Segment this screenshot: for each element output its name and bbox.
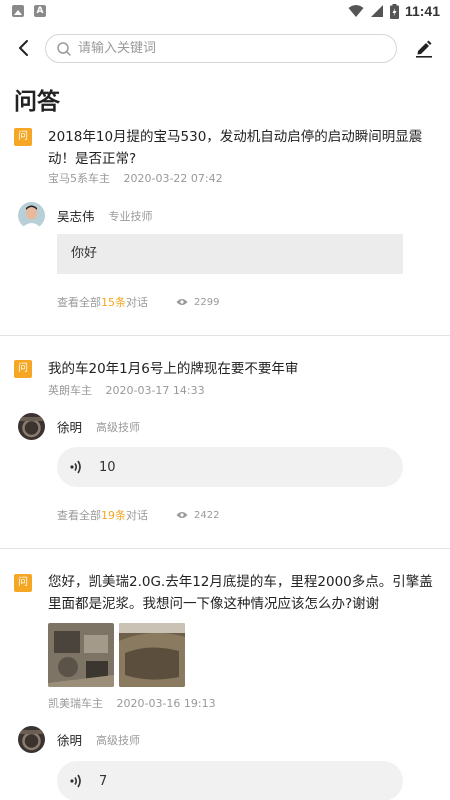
status-time: 11:41 (404, 3, 440, 19)
photo-icon (12, 5, 24, 17)
qa-item[interactable]: 问 2018年10月提的宝马530，发动机自动启停的启动瞬间明显震动！是否正常?… (0, 122, 450, 336)
question-time: 2020-03-17 14:33 (105, 384, 205, 397)
search-box[interactable] (45, 34, 397, 63)
question-meta: 英朗车主 2020-03-17 14:33 (48, 382, 205, 398)
view-count-value: 2299 (194, 296, 220, 308)
ask-question-button[interactable] (412, 36, 436, 60)
answerer-title: 专业技师 (108, 209, 153, 223)
eye-icon (176, 299, 188, 305)
question-image[interactable] (119, 623, 185, 687)
status-right-icons: 11:41 (348, 3, 440, 19)
question-time: 2020-03-16 19:13 (116, 697, 216, 710)
question-badge: 问 (14, 360, 32, 378)
qa-footer: 查看全部15条对话 2299 (57, 294, 437, 310)
view-count-value: 2422 (194, 509, 220, 521)
qa-item[interactable]: 问 我的车20年1月6号上的牌现在要不要年审 英朗车主 2020-03-17 1… (0, 336, 450, 549)
view-count: 2422 (176, 510, 219, 521)
question-text[interactable]: 您好，凯美瑞2.0G.去年12月底提的车，里程2000多点。引擎盖里面都是泥浆。… (48, 571, 438, 615)
eye-icon (176, 512, 188, 518)
view-all-prefix: 查看全部 (57, 296, 101, 309)
view-all-dialog-link[interactable]: 查看全部15条对话 (57, 294, 148, 310)
view-all-dialog-link[interactable]: 查看全部19条对话 (57, 507, 148, 523)
a-icon: A (34, 5, 46, 17)
avatar[interactable] (18, 726, 45, 753)
wifi-icon (348, 5, 364, 17)
signal-icon (370, 5, 383, 17)
question-meta: 宝马5系车主 2020-03-22 07:42 (48, 170, 223, 186)
engine-bay-photo (48, 623, 114, 687)
qa-item[interactable]: 问 您好，凯美瑞2.0G.去年12月底提的车，里程2000多点。引擎盖里面都是泥… (0, 549, 450, 800)
voice-wave-icon (70, 460, 81, 474)
avatar[interactable] (18, 413, 45, 440)
answerer-name: 徐明 (57, 420, 83, 435)
avatar-car-interior-icon (18, 726, 45, 753)
voice-duration: 10 (99, 459, 116, 475)
mud-cover-photo (119, 623, 185, 687)
edit-icon (416, 40, 432, 58)
view-all-prefix: 查看全部 (57, 509, 101, 522)
qa-footer: 查看全部19条对话 2422 (57, 507, 437, 523)
question-author: 英朗车主 (48, 384, 92, 397)
answerer-name: 徐明 (57, 733, 83, 748)
avatar-car-interior-icon (18, 413, 45, 440)
status-left-icons: A (12, 5, 46, 17)
page-title: 问答 (14, 89, 60, 115)
voice-duration: 7 (99, 773, 108, 789)
dialog-count: 19条 (101, 509, 126, 522)
avatar[interactable] (18, 202, 45, 229)
status-bar: A 11:41 (0, 0, 450, 24)
answerer[interactable]: 徐明 高级技师 (18, 726, 140, 753)
search-icon (57, 41, 71, 56)
answerer-name: 吴志伟 (57, 209, 95, 224)
qa-list: 问 2018年10月提的宝马530，发动机自动启停的启动瞬间明显震动！是否正常?… (0, 122, 450, 800)
voice-answer[interactable]: 10 (57, 447, 403, 487)
question-images (48, 623, 185, 687)
question-text[interactable]: 我的车20年1月6号上的牌现在要不要年审 (48, 358, 438, 380)
question-time: 2020-03-22 07:42 (123, 172, 223, 185)
question-badge: 问 (14, 128, 32, 146)
back-arrow-icon (19, 40, 28, 56)
view-count: 2299 (176, 297, 219, 308)
view-all-suffix: 对话 (126, 509, 148, 522)
question-text[interactable]: 2018年10月提的宝马530，发动机自动启停的启动瞬间明显震动！是否正常? (48, 126, 438, 170)
voice-wave-icon (70, 774, 81, 788)
answerer-title: 高级技师 (96, 733, 141, 747)
battery-icon (389, 3, 399, 19)
text-answer[interactable]: 你好 (57, 234, 403, 274)
answerer-title: 高级技师 (96, 420, 141, 434)
question-badge: 问 (14, 574, 32, 592)
view-all-suffix: 对话 (126, 296, 148, 309)
dialog-count: 15条 (101, 296, 126, 309)
question-author: 宝马5系车主 (48, 172, 110, 185)
search-input[interactable] (78, 41, 378, 56)
voice-answer[interactable]: 7 (57, 761, 403, 800)
question-author: 凯美瑞车主 (48, 697, 103, 710)
avatar-person-icon (18, 202, 45, 229)
question-image[interactable] (48, 623, 114, 687)
answerer[interactable]: 吴志伟 专业技师 (18, 202, 153, 229)
back-button[interactable] (10, 34, 38, 62)
top-bar (0, 24, 450, 72)
question-meta: 凯美瑞车主 2020-03-16 19:13 (48, 695, 216, 711)
answerer[interactable]: 徐明 高级技师 (18, 413, 140, 440)
